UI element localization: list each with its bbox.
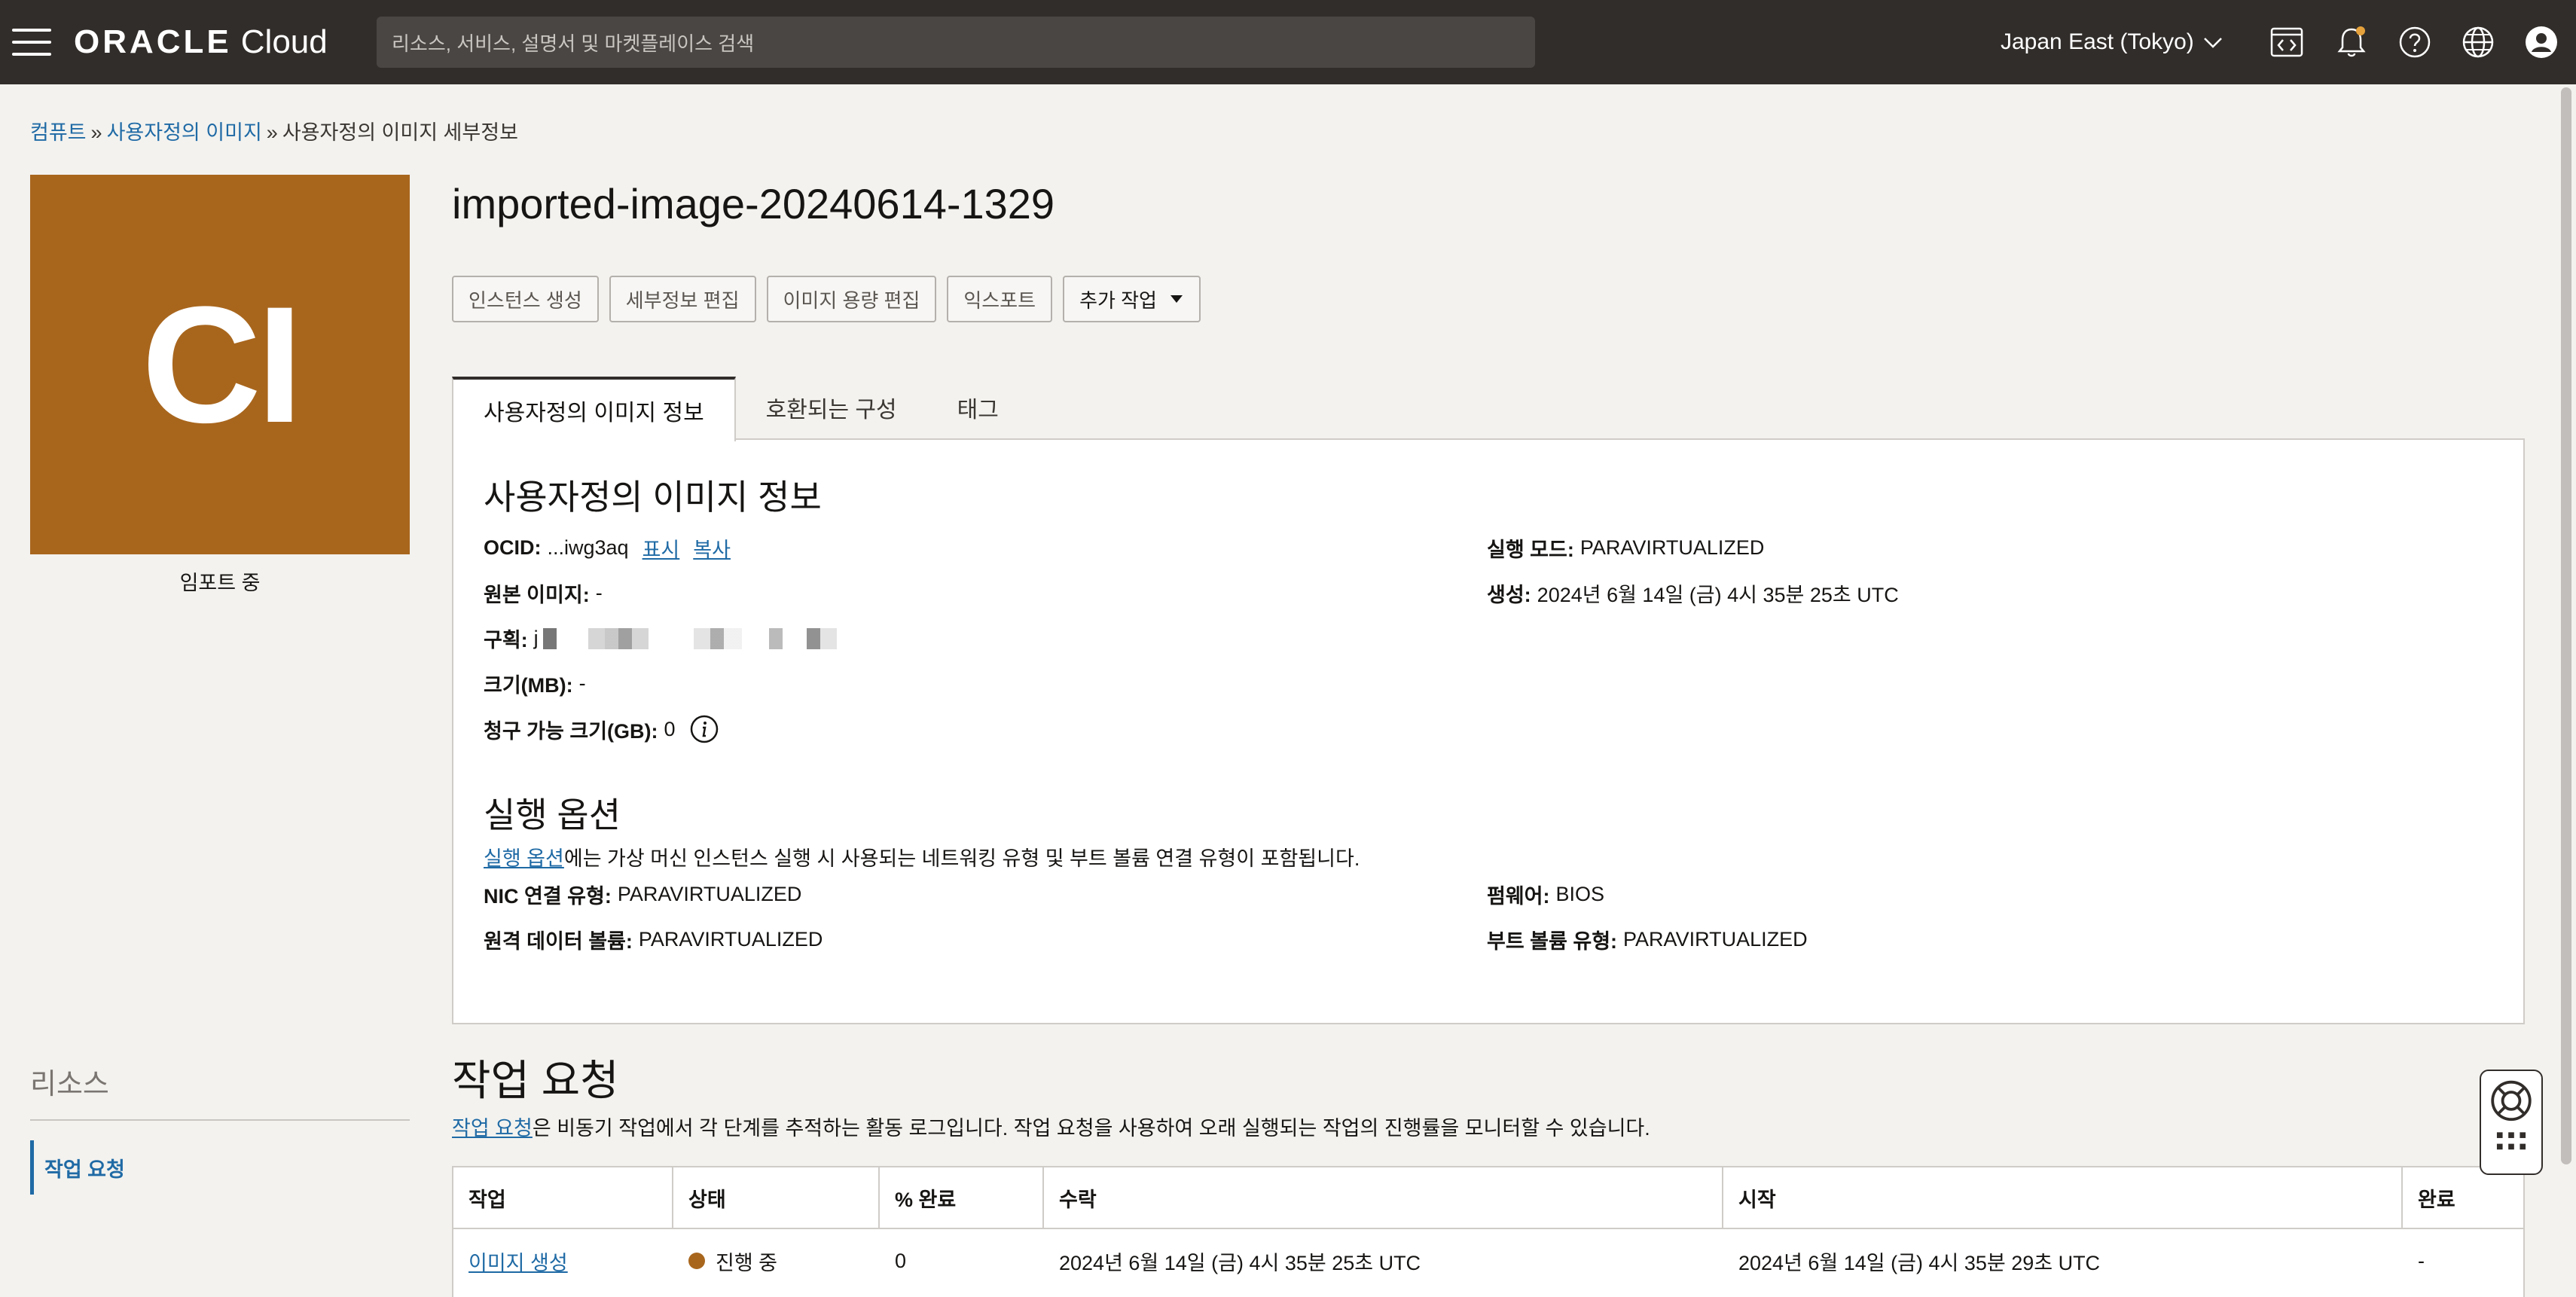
image-status: 임포트 중 — [179, 572, 261, 594]
help-icon[interactable] — [2394, 21, 2436, 63]
export-button[interactable]: 익스포트 — [947, 276, 1053, 322]
cell-finished: - — [2418, 1249, 2425, 1272]
lifebuoy-icon — [2491, 1080, 2532, 1150]
resources-divider — [30, 1119, 410, 1121]
ocid-copy-link[interactable]: 복사 — [693, 533, 731, 563]
cell-started: 2024년 6월 14일 (금) 4시 35분 29초 UTC — [1738, 1251, 2101, 1274]
search-placeholder: 리소스, 서비스, 설명서 및 마켓플레이스 검색 — [392, 32, 755, 55]
boot-volume-field: 부트 볼륨 유형: PARAVIRTUALIZED — [1487, 928, 1808, 953]
breadcrumb-compute[interactable]: 컴퓨트 — [30, 121, 87, 144]
launch-options-heading: 실행 옵션 — [484, 795, 621, 835]
table-header-row: 작업 상태 % 완료 수락 시작 완료 — [453, 1167, 2523, 1229]
column-started[interactable]: 시작 — [1723, 1167, 2403, 1228]
search-input[interactable]: 리소스, 서비스, 설명서 및 마켓플레이스 검색 — [377, 17, 1535, 68]
column-percent[interactable]: % 완료 — [880, 1167, 1044, 1228]
page-title: imported-image-20240614-1329 — [452, 180, 1055, 227]
launch-options-link[interactable]: 실행 옵션 — [484, 847, 564, 870]
table-row: 이미지 생성 진행 중 0 2024년 6월 14일 (금) 4시 35분 25… — [453, 1229, 2523, 1292]
column-operation[interactable]: 작업 — [453, 1167, 673, 1228]
resources-item-work-requests[interactable]: 작업 요청 — [30, 1140, 410, 1195]
more-actions-label: 추가 작업 — [1079, 288, 1157, 312]
compartment-redacted — [542, 627, 837, 649]
ocid-field: OCID: ...iwg3aq 표시 복사 — [484, 533, 731, 563]
image-info-panel: 사용자정의 이미지 정보 OCID: ...iwg3aq 표시 복사 원본 이미… — [452, 438, 2525, 1024]
billable-size-field: 청구 가능 크기(GB): 0 — [484, 714, 719, 744]
avatar-initials: CI — [142, 271, 303, 457]
cell-percent: 0 — [895, 1249, 907, 1272]
code-editor-icon[interactable] — [2266, 21, 2308, 63]
launch-mode-field: 실행 모드: PARAVIRTUALIZED — [1487, 536, 1765, 561]
cell-accepted: 2024년 6월 14일 (금) 4시 35분 25초 UTC — [1059, 1251, 1421, 1274]
edit-image-capacity-button[interactable]: 이미지 용량 편집 — [766, 276, 937, 322]
create-instance-button[interactable]: 인스턴스 생성 — [452, 276, 599, 322]
language-globe-icon[interactable] — [2457, 21, 2499, 63]
column-status[interactable]: 상태 — [673, 1167, 880, 1228]
tab-bar: 사용자정의 이미지 정보 호환되는 구성 태그 — [452, 377, 1029, 441]
created-field: 생성: 2024년 6월 14일 (금) 4시 35분 25초 UTC — [1487, 584, 1899, 606]
column-accepted[interactable]: 수락 — [1044, 1167, 1723, 1228]
remote-volume-field: 원격 데이터 볼륨: PARAVIRTUALIZED — [484, 928, 823, 953]
launch-options-description: 실행 옵션에는 가상 머신 인스턴스 실행 시 사용되는 네트워킹 유형 및 부… — [484, 847, 1360, 870]
cell-status: 진행 중 — [673, 1229, 880, 1292]
tab-custom-image-info[interactable]: 사용자정의 이미지 정보 — [452, 377, 736, 441]
chevron-down-icon — [2203, 38, 2222, 48]
status-dot-icon — [688, 1253, 705, 1269]
work-requests-description: 작업 요청은 비동기 작업에서 각 단계를 추적하는 활동 로그입니다. 작업 … — [452, 1117, 1650, 1140]
cell-operation: 이미지 생성 — [453, 1229, 673, 1292]
work-requests-link[interactable]: 작업 요청 — [452, 1117, 533, 1140]
notification-bell-icon[interactable] — [2330, 21, 2373, 63]
info-icon[interactable] — [689, 714, 719, 744]
info-heading: 사용자정의 이미지 정보 — [484, 478, 822, 517]
firmware-field: 펌웨어: BIOS — [1487, 883, 1605, 908]
image-avatar: CI — [30, 175, 410, 554]
resources-title: 리소스 — [30, 1069, 109, 1100]
work-requests-table: 작업 상태 % 완료 수락 시작 완료 이미지 생성 진행 중 0 2024년 … — [452, 1166, 2525, 1297]
scrollbar-thumb[interactable] — [2561, 87, 2571, 1164]
region-selector[interactable]: Japan East (Tokyo) — [2001, 23, 2224, 62]
user-profile-icon[interactable] — [2520, 21, 2562, 63]
edit-details-button[interactable]: 세부정보 편집 — [609, 276, 756, 322]
more-actions-button[interactable]: 추가 작업 — [1063, 276, 1201, 322]
compartment-field: 구획: j — [484, 624, 837, 653]
tab-tags[interactable]: 태그 — [927, 377, 1029, 438]
brand-cloud: Cloud — [240, 23, 328, 60]
help-widget[interactable] — [2480, 1070, 2543, 1175]
oracle-cloud-logo[interactable]: ORACLE Cloud — [74, 23, 328, 62]
brand-oracle: ORACLE — [74, 23, 232, 60]
caret-down-icon — [1170, 295, 1183, 303]
region-label: Japan East (Tokyo) — [2001, 29, 2194, 54]
nic-attachment-field: NIC 연결 유형: PARAVIRTUALIZED — [484, 883, 802, 908]
operation-link[interactable]: 이미지 생성 — [469, 1247, 568, 1276]
ocid-show-link[interactable]: 표시 — [642, 533, 680, 563]
menu-icon[interactable] — [12, 24, 51, 60]
ocid-value: ...iwg3aq — [547, 536, 629, 559]
source-image-field: 원본 이미지: - — [484, 581, 603, 606]
size-field: 크기(MB): - — [484, 672, 586, 697]
breadcrumb-custom-images[interactable]: 사용자정의 이미지 — [107, 121, 262, 144]
action-toolbar: 인스턴스 생성 세부정보 편집 이미지 용량 편집 익스포트 추가 작업 — [452, 276, 1201, 322]
work-requests-heading: 작업 요청 — [452, 1057, 619, 1104]
tab-compatible-shapes[interactable]: 호환되는 구성 — [736, 377, 927, 438]
breadcrumb-current: 사용자정의 이미지 세부정보 — [282, 121, 518, 144]
breadcrumb: 컴퓨트» 사용자정의 이미지» 사용자정의 이미지 세부정보 — [30, 121, 518, 144]
top-navigation-bar: ORACLE Cloud 리소스, 서비스, 설명서 및 마켓플레이스 검색 J… — [0, 0, 2576, 84]
